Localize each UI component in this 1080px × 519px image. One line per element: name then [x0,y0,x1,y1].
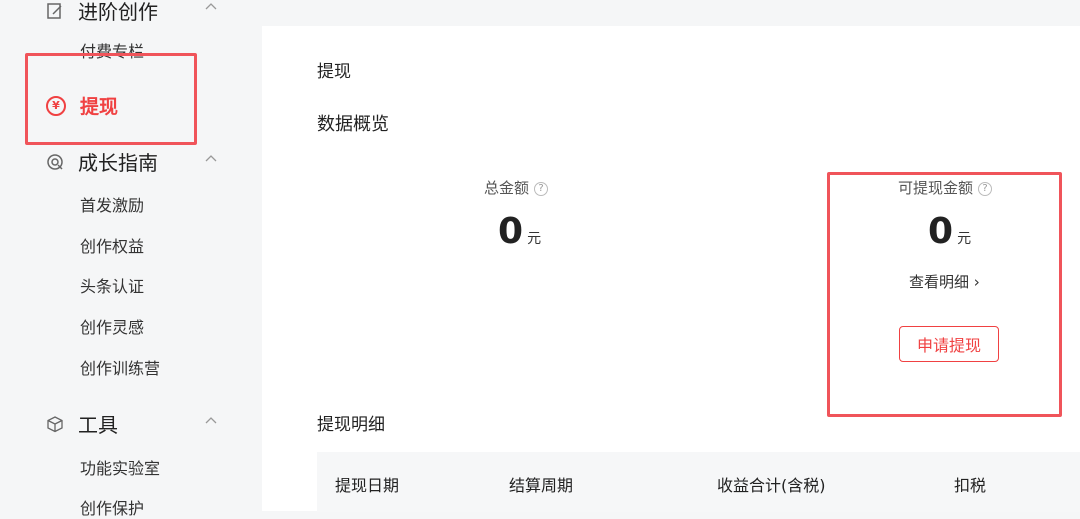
chevron-up-icon[interactable] [204,152,218,166]
chevron-up-icon[interactable] [204,414,218,428]
sidebar: 进阶创作 付费专栏 ¥ 提现 成长指南 首发激励 创作权益 头条认证 创作灵感 … [0,0,262,518]
total-amount-value: 0 [498,211,524,252]
table-header: 提现日期 结算周期 收益合计(含税) 扣税 [317,452,1080,512]
sidebar-item-verification[interactable]: 头条认证 [80,273,144,297]
sidebar-item-inspiration[interactable]: 创作灵感 [80,314,144,338]
page-title: 提现 [317,62,351,82]
sidebar-item-protection[interactable]: 创作保护 [80,495,144,519]
help-icon[interactable]: ? [534,181,549,196]
total-amount: 0元 [498,211,541,252]
sidebar-group-tools[interactable]: 工具 [46,409,118,438]
sidebar-item-lab[interactable]: 功能实验室 [80,455,160,479]
highlight-box [827,172,1062,417]
edit-icon [46,2,64,20]
growth-icon [46,153,64,171]
sidebar-item-training-camp[interactable]: 创作训练营 [80,355,160,379]
detail-title: 提现明细 [317,415,385,435]
chevron-up-icon[interactable] [204,0,218,14]
highlight-box [25,53,197,145]
unit: 元 [527,231,542,247]
column-header-date: 提现日期 [335,476,400,495]
column-header-period: 结算周期 [509,476,574,495]
sidebar-group-growth[interactable]: 成长指南 [46,147,158,176]
overview-title: 数据概览 [317,114,389,135]
main-panel: 提现 数据概览 总金额? 0元 可提现金额? 0元 查看明细 › 申请提现 提现… [262,26,1080,512]
sidebar-item-first-publish[interactable]: 首发激励 [80,192,144,216]
sidebar-group-label: 成长指南 [78,151,158,175]
sidebar-item-creator-rights[interactable]: 创作权益 [80,233,144,257]
sidebar-group-advanced[interactable]: 进阶创作 [46,0,158,25]
sidebar-group-label: 工具 [78,413,118,437]
cube-icon [46,415,64,433]
total-amount-label: 总金额? [484,177,549,198]
column-header-tax: 扣税 [954,476,987,495]
column-header-income: 收益合计(含税) [717,476,826,495]
sidebar-group-label: 进阶创作 [78,0,158,24]
